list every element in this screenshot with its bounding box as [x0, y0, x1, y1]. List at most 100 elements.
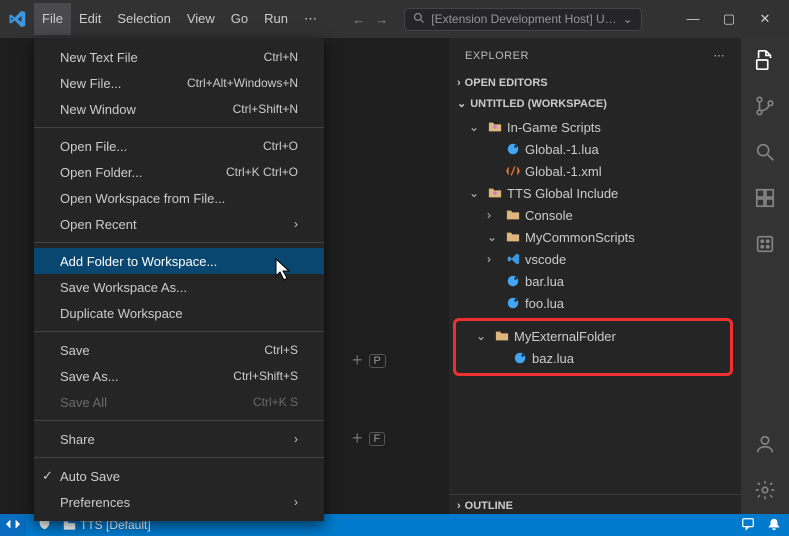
dice-icon — [487, 119, 503, 135]
menu-item-new-window[interactable]: New WindowCtrl+Shift+N — [34, 96, 324, 122]
remote-indicator[interactable] — [0, 514, 26, 536]
settings-activity-icon[interactable] — [753, 478, 777, 502]
account-activity-icon[interactable] — [753, 432, 777, 456]
chevron-down-icon: ⌄ — [469, 186, 483, 200]
vs-icon — [505, 251, 521, 267]
folder-icon — [505, 207, 521, 223]
menu-separator — [34, 420, 324, 421]
chevron-right-icon: › — [294, 217, 298, 231]
menu-item-auto-save[interactable]: ✓Auto Save — [34, 463, 324, 489]
dice-activity-icon[interactable] — [753, 232, 777, 256]
chevron-down-icon: ⌄ — [457, 97, 466, 110]
menu-item-save-workspace-as[interactable]: Save Workspace As... — [34, 274, 324, 300]
menu-item-duplicate-workspace[interactable]: Duplicate Workspace — [34, 300, 324, 326]
menu-selection[interactable]: Selection — [109, 3, 178, 35]
plus-icon: + — [352, 428, 363, 449]
menu-overflow[interactable]: ⋯ — [296, 3, 325, 35]
chevron-down-icon: ⌄ — [476, 329, 490, 343]
menu-separator — [34, 331, 324, 332]
menu-item-add-folder-to-workspace[interactable]: Add Folder to Workspace... — [34, 248, 324, 274]
chevron-right-icon: › — [457, 500, 461, 512]
menu-item-save-all: Save AllCtrl+K S — [34, 389, 324, 415]
keyboard-hint-p: P — [369, 354, 386, 368]
menu-separator — [34, 242, 324, 243]
extensions-activity-icon[interactable] — [753, 186, 777, 210]
chevron-right-icon: › — [487, 208, 501, 222]
menu-file[interactable]: File — [34, 3, 71, 35]
activity-bar — [741, 38, 789, 516]
dice-icon — [487, 185, 503, 201]
nav-back-icon[interactable]: ← — [352, 12, 365, 27]
lua-icon — [505, 141, 521, 157]
folder-in-game-scripts[interactable]: ⌄In-Game Scripts — [449, 116, 741, 138]
chevron-down-icon: ⌄ — [623, 12, 633, 26]
menu-item-open-file[interactable]: Open File...Ctrl+O — [34, 133, 324, 159]
outline-section[interactable]: › OUTLINE — [449, 494, 741, 516]
menu-item-open-folder[interactable]: Open Folder...Ctrl+K Ctrl+O — [34, 159, 324, 185]
chevron-down-icon: ⌄ — [469, 120, 483, 134]
plus-icon: + — [352, 350, 363, 371]
command-center-label: [Extension Development Host] U… — [431, 12, 616, 26]
explorer-title: EXPLORER — [465, 50, 529, 62]
folder-console[interactable]: ›Console — [449, 204, 741, 226]
search-icon — [413, 12, 425, 27]
workspace-section[interactable]: ⌄ UNTITLED (WORKSPACE) — [449, 93, 741, 114]
window-controls: — ▢ ✕ — [669, 11, 789, 27]
lua-icon — [505, 273, 521, 289]
file-global-1-xml[interactable]: Global.-1.xml — [449, 160, 741, 182]
highlighted-folder: ⌄MyExternalFolderbaz.lua — [453, 318, 733, 376]
lua-icon — [505, 295, 521, 311]
folder-vscode[interactable]: ›vscode — [449, 248, 741, 270]
chevron-right-icon: › — [457, 77, 461, 89]
menu-item-share[interactable]: Share› — [34, 426, 324, 452]
folder-icon — [505, 229, 521, 245]
menu-item-save-as[interactable]: Save As...Ctrl+Shift+S — [34, 363, 324, 389]
close-icon[interactable]: ✕ — [757, 11, 773, 27]
lua-icon — [512, 350, 528, 366]
explorer-activity-icon[interactable] — [753, 48, 777, 72]
feedback-icon[interactable] — [741, 517, 755, 534]
nav-forward-icon[interactable]: → — [375, 12, 388, 27]
chevron-right-icon: › — [294, 495, 298, 509]
folder-myexternalfolder[interactable]: ⌄MyExternalFolder — [456, 325, 730, 347]
folder-tts-global-include[interactable]: ⌄TTS Global Include — [449, 182, 741, 204]
maximize-icon[interactable]: ▢ — [721, 11, 737, 27]
minimize-icon[interactable]: — — [685, 11, 701, 27]
title-bar: File Edit Selection View Go Run ⋯ ← → [E… — [0, 0, 789, 38]
explorer-panel: EXPLORER ⋯ › OPEN EDITORS ⌄ UNTITLED (WO… — [449, 38, 741, 516]
search-activity-icon[interactable] — [753, 140, 777, 164]
explorer-more-icon[interactable]: ⋯ — [714, 49, 726, 62]
keyboard-hint-f: F — [369, 432, 386, 446]
xml-icon — [505, 163, 521, 179]
menu-item-open-workspace-from-file[interactable]: Open Workspace from File... — [34, 185, 324, 211]
open-editors-section[interactable]: › OPEN EDITORS — [449, 73, 741, 93]
menu-item-new-text-file[interactable]: New Text FileCtrl+N — [34, 44, 324, 70]
menu-item-save[interactable]: SaveCtrl+S — [34, 337, 324, 363]
bell-icon[interactable] — [767, 517, 781, 534]
folder-mycommonscripts[interactable]: ⌄MyCommonScripts — [449, 226, 741, 248]
menu-run[interactable]: Run — [256, 3, 296, 35]
command-center[interactable]: [Extension Development Host] U… ⌄ — [404, 8, 641, 31]
file-global-1-lua[interactable]: Global.-1.lua — [449, 138, 741, 160]
menu-view[interactable]: View — [179, 3, 223, 35]
source-control-activity-icon[interactable] — [753, 94, 777, 118]
menu-separator — [34, 457, 324, 458]
menu-go[interactable]: Go — [223, 3, 256, 35]
file-tree: ⌄In-Game ScriptsGlobal.-1.luaGlobal.-1.x… — [449, 114, 741, 316]
chevron-right-icon: › — [487, 252, 501, 266]
menu-separator — [34, 127, 324, 128]
menu-bar: File Edit Selection View Go Run ⋯ — [34, 3, 325, 35]
file-bar-lua[interactable]: bar.lua — [449, 270, 741, 292]
chevron-right-icon: › — [294, 432, 298, 446]
menu-edit[interactable]: Edit — [71, 3, 109, 35]
menu-item-open-recent[interactable]: Open Recent› — [34, 211, 324, 237]
file-baz-lua[interactable]: baz.lua — [456, 347, 730, 369]
title-center: ← → [Extension Development Host] U… ⌄ — [325, 8, 669, 31]
file-menu-dropdown: New Text FileCtrl+NNew File...Ctrl+Alt+W… — [34, 38, 324, 521]
menu-item-new-file[interactable]: New File...Ctrl+Alt+Windows+N — [34, 70, 324, 96]
file-foo-lua[interactable]: foo.lua — [449, 292, 741, 314]
menu-item-preferences[interactable]: Preferences› — [34, 489, 324, 515]
folder-icon — [494, 328, 510, 344]
vscode-logo — [0, 0, 34, 38]
check-icon: ✓ — [42, 468, 53, 484]
